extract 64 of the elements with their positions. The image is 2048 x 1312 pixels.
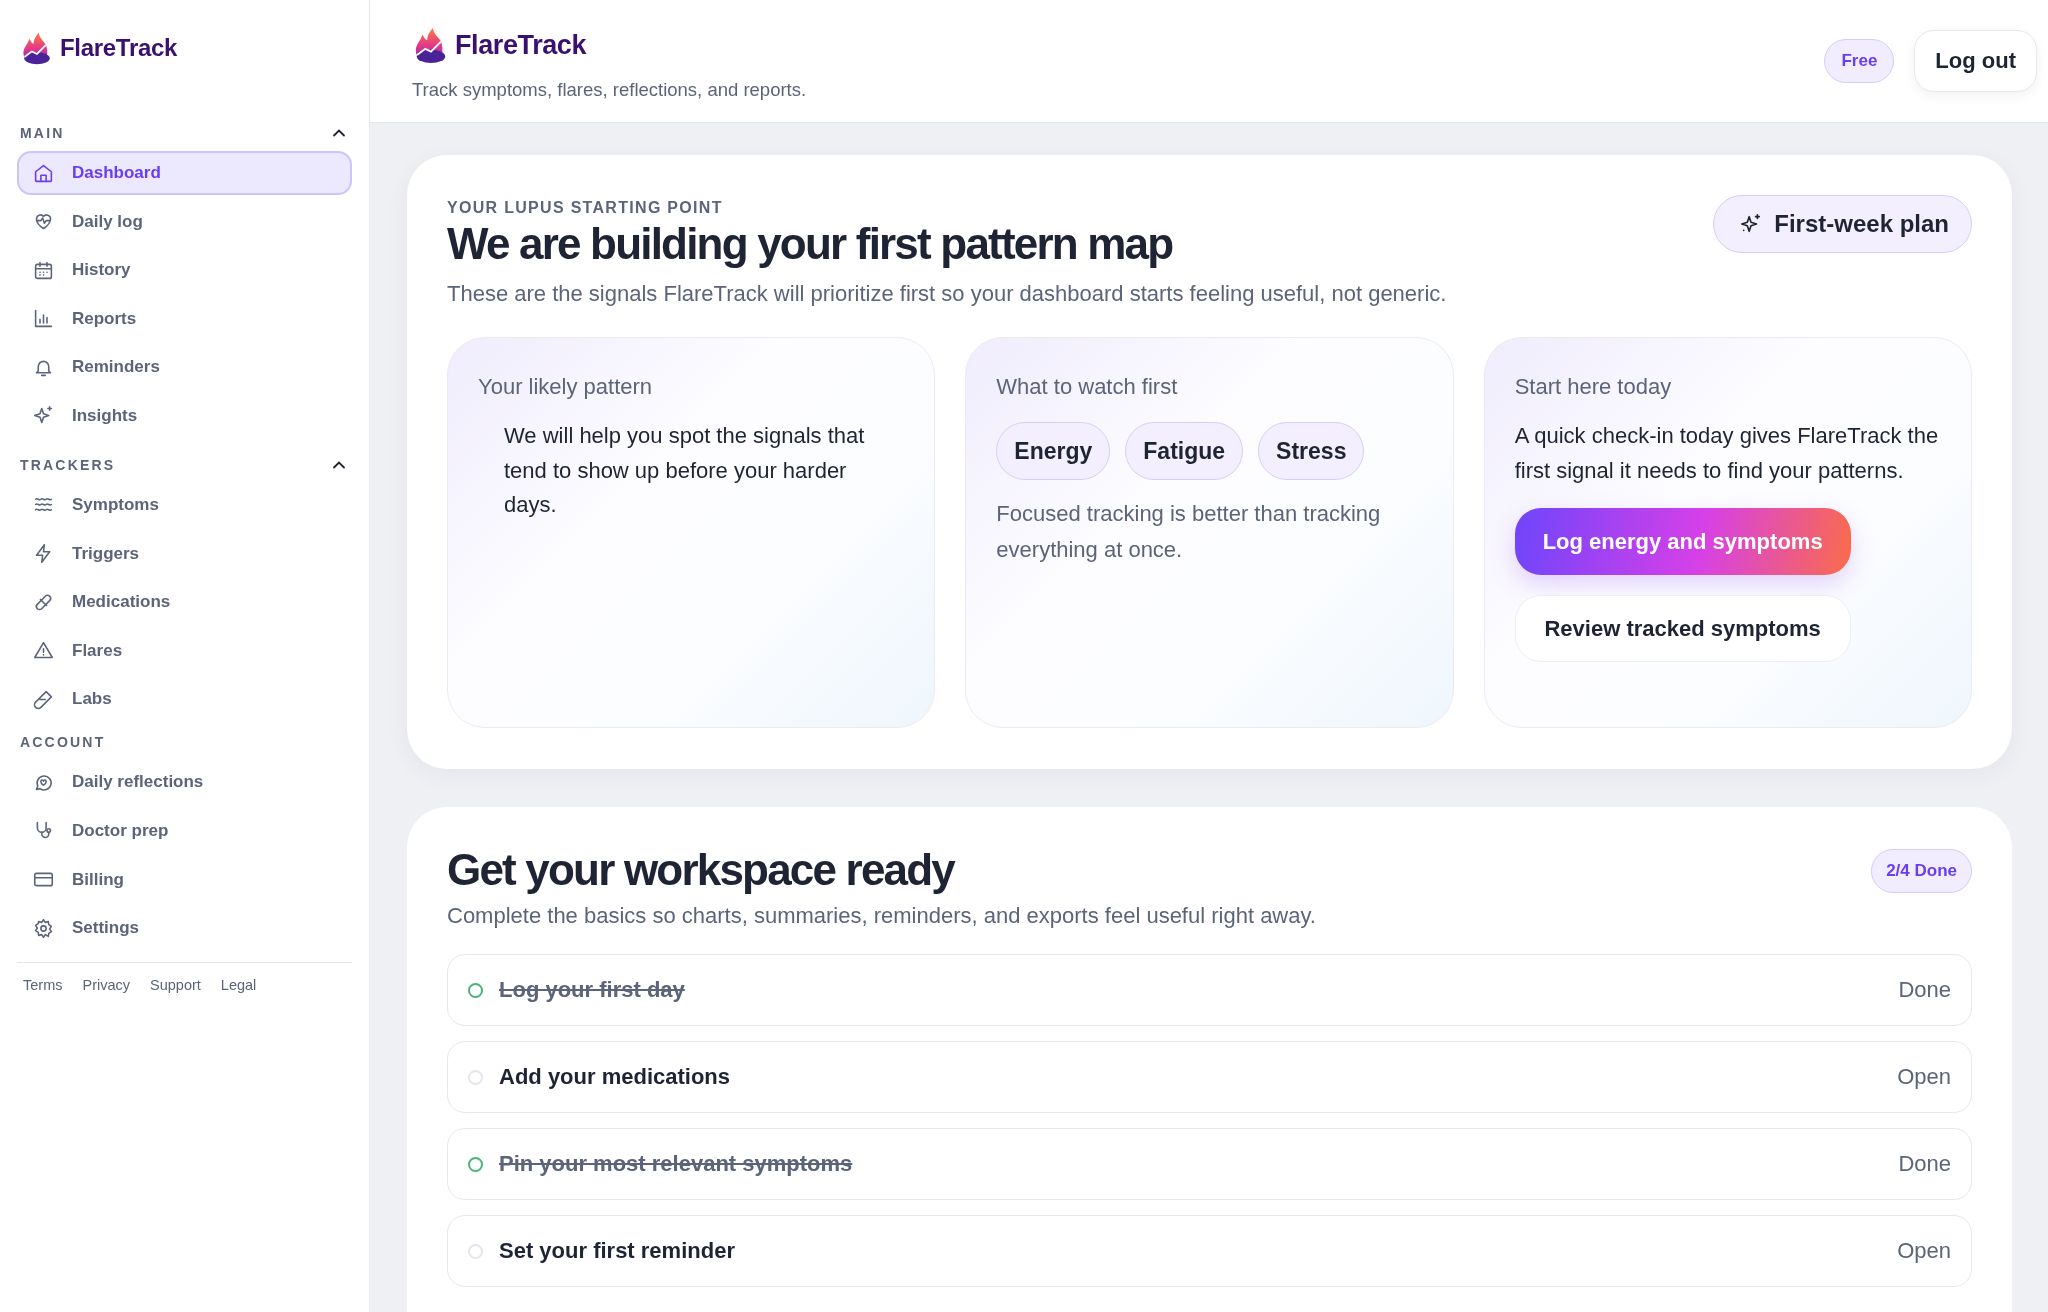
progress-badge: 2/4 Done	[1871, 849, 1972, 893]
footer-link[interactable]: Legal	[220, 977, 257, 994]
checklist-item[interactable]: Log your first day Done	[447, 954, 1972, 1026]
task-label: Add your medications	[499, 1064, 732, 1090]
task-status: Done	[1898, 1151, 1951, 1177]
task-status: Open	[1897, 1238, 1951, 1264]
section-heading: MAIN	[20, 125, 65, 141]
section-subtitle: These are the signals FlareTrack will prioritize first so your dashboard starts feeling useful, not generic.	[447, 280, 1447, 308]
task-label: Set your first reminder	[499, 1238, 736, 1264]
nav-item[interactable]: Settings	[17, 906, 352, 951]
footer-link[interactable]: Privacy	[82, 977, 131, 994]
calendar-icon	[33, 259, 54, 281]
nav-item[interactable]: Medications	[17, 580, 352, 625]
symptom-chip: Energy	[996, 422, 1111, 480]
brand-name: FlareTrack	[60, 34, 178, 62]
checklist-item[interactable]: Pin your most relevant symptoms Done	[447, 1128, 1972, 1200]
section-title: We are building your first pattern map	[447, 220, 1174, 268]
nav-item[interactable]: Insights	[17, 393, 352, 438]
review-button[interactable]: Review tracked symptoms	[1514, 595, 1851, 662]
card-text: We will help you spot the signals that tend to show up before your harder days.	[503, 422, 866, 519]
section-subtitle: Complete the basics so charts, summaries, reminders, and exports feel useful right away.	[447, 902, 1316, 930]
symptom-chip: Stress	[1258, 422, 1365, 480]
logout-button[interactable]: Log out	[1914, 30, 2037, 92]
task-label: Log your first day	[499, 977, 686, 1003]
nav-item[interactable]: Dashboard	[17, 151, 352, 195]
plan-button[interactable]: First-week plan	[1713, 195, 1972, 253]
brand-name: FlareTrack	[455, 29, 587, 61]
pill-icon	[33, 591, 54, 613]
eyebrow-label: YOUR LUPUS STARTING POINT	[447, 199, 724, 217]
section-title: Get your workspace ready	[447, 846, 956, 894]
card-text: A quick check-in today gives FlareTrack the first signal it needs to find your patterns.	[1514, 422, 1940, 485]
card-title: Your likely pattern	[478, 373, 654, 401]
home-icon	[33, 162, 54, 184]
checklist-item[interactable]: Add your medications Open	[447, 1041, 1972, 1113]
nav-item[interactable]: Reports	[17, 296, 352, 341]
nav-item[interactable]: Labs	[17, 677, 352, 722]
task-status: Open	[1897, 1064, 1951, 1090]
symptom-chip: Fatigue	[1125, 422, 1244, 480]
footer-link[interactable]: Terms	[23, 977, 63, 994]
nav-item[interactable]: Reminders	[17, 345, 352, 390]
footer-link[interactable]: Support	[150, 977, 201, 994]
card-title: What to watch first	[996, 373, 1179, 401]
card-text: Focused tracking is better than tracking everything at once.	[996, 500, 1382, 564]
bar-chart-icon	[33, 308, 54, 330]
task-label: Pin your most relevant symptoms	[499, 1151, 854, 1177]
section-heading: ACCOUNT	[20, 734, 106, 751]
task-status: Done	[1898, 977, 1951, 1003]
log-button[interactable]: Log energy and symptoms	[1514, 508, 1851, 575]
nav-item[interactable]: Billing	[17, 857, 352, 902]
plan-badge: Free	[1824, 39, 1895, 83]
card-title: Start here today	[1514, 373, 1673, 401]
nav-item[interactable]: Flares	[17, 628, 352, 673]
nav-item[interactable]: Doctor prep	[17, 808, 352, 853]
sparkle-icon	[1740, 213, 1763, 235]
tagline: Track symptoms, flares, reflections, and reports.	[412, 79, 807, 101]
checklist-item[interactable]: Set your first reminder Open	[447, 1215, 1972, 1287]
test-tube-icon	[33, 688, 54, 710]
settings-icon	[33, 917, 54, 939]
nav-item[interactable]: Daily reflections	[17, 760, 352, 805]
nav-item[interactable]: Daily log	[17, 199, 352, 244]
section-heading: TRACKERS	[20, 456, 116, 473]
nav-item[interactable]: Symptoms	[17, 482, 352, 527]
nav-item[interactable]: Triggers	[17, 531, 352, 576]
nav-item[interactable]: History	[17, 248, 352, 293]
